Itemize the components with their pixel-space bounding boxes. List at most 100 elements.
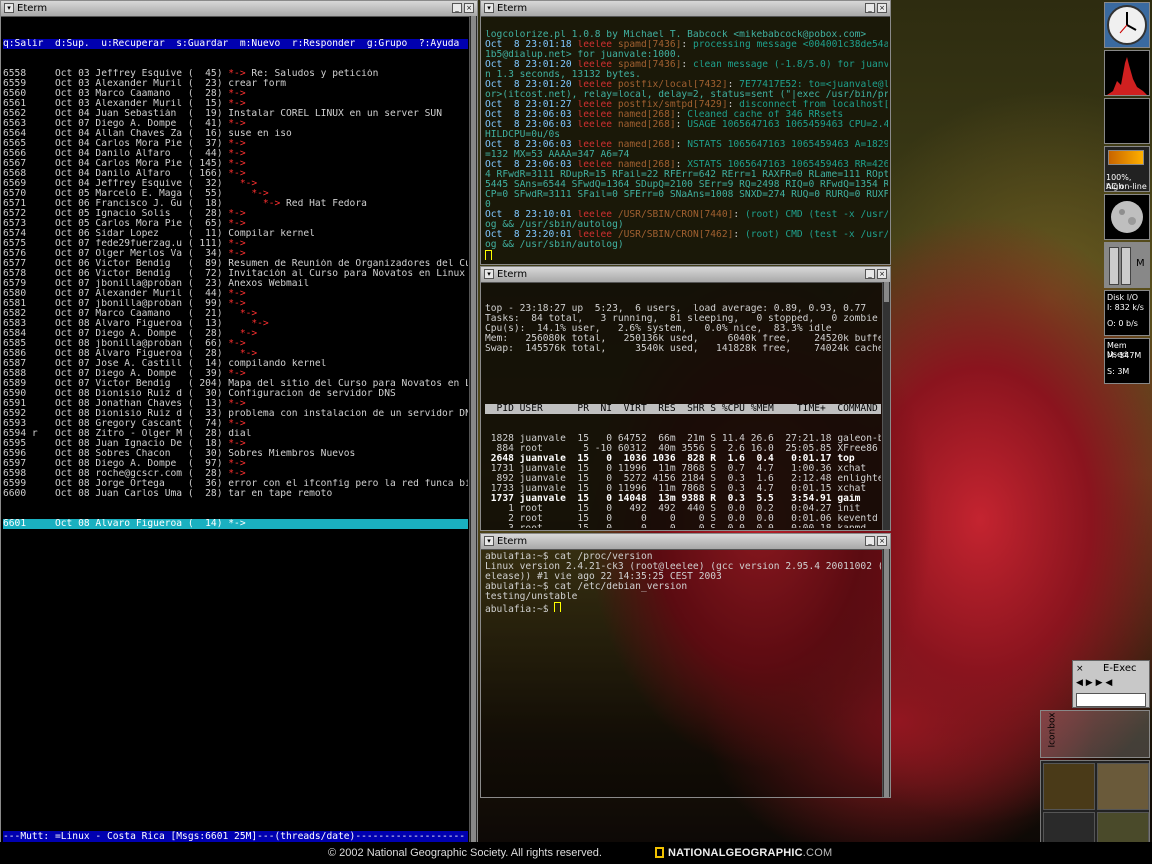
mutt-message-row[interactable]: 6567 Oct 04 Carlos Mora Pie ( 145) *-> bbox=[3, 159, 468, 169]
scrollbar-thumb[interactable] bbox=[884, 282, 889, 302]
log-message: processing message <004001c38de54a0fefc5… bbox=[692, 40, 888, 50]
log-program: postfix/smtpd[7429] bbox=[617, 100, 728, 110]
mutt-message-row[interactable]: 6593 Oct 08 Gregory Cascant ( 74) *-> bbox=[3, 419, 468, 429]
mutt-message-row[interactable]: 6575 Oct 07 fede29fuerzag.u ( 111) *-> bbox=[3, 239, 468, 249]
log-titlebar[interactable]: ▾ Eterm _ × bbox=[481, 1, 890, 17]
window-menu-icon[interactable]: ▾ bbox=[484, 269, 494, 279]
log-terminal-window[interactable]: ▾ Eterm _ × logcolorize.pl 1.0.8 by Mich… bbox=[480, 0, 891, 265]
top-titlebar[interactable]: ▾ Eterm _ × bbox=[481, 267, 890, 283]
mutt-message-row[interactable]: 6565 Oct 04 Carlos Mora Pie ( 37) *-> bbox=[3, 139, 468, 149]
mutt-selected-message[interactable]: 6601 Oct 08 Alvaro Figueroa ( 14) *-> bbox=[3, 519, 468, 529]
minimize-icon[interactable]: _ bbox=[865, 269, 875, 279]
log-host: leelee bbox=[577, 40, 613, 50]
volume-slider-right[interactable] bbox=[1121, 247, 1131, 285]
mutt-message-row[interactable]: 6584 Oct 07 Diego A. Dompe ( 28) *-> bbox=[3, 329, 468, 339]
mutt-terminal-window[interactable]: ▾ Eterm _ × q:Salir d:Sup. u:Recuperar s… bbox=[0, 0, 478, 853]
log-line: Oct 8 23:01:18 leelee spamd[7436]: proce… bbox=[485, 40, 888, 50]
mutt-message-row[interactable]: 6595 Oct 08 Juan Ignacio De ( 18) *-> bbox=[3, 439, 468, 449]
mutt-message-row[interactable]: 6594 r Oct 08 Zitro - Olger M ( 28) dial bbox=[3, 429, 468, 439]
scrollbar-thumb[interactable] bbox=[471, 16, 476, 844]
mutt-message-row[interactable]: 6564 Oct 04 Allan Chaves Za ( 16) suse e… bbox=[3, 129, 468, 139]
log-message: (root) CMD (test -x /usr/sbin/autol bbox=[744, 230, 888, 240]
mutt-message-row[interactable]: 6572 Oct 05 Ignacio Solis ( 28) *-> bbox=[3, 209, 468, 219]
minimize-icon[interactable]: _ bbox=[452, 3, 462, 13]
log-date: Oct 8 23:20:01 bbox=[485, 230, 572, 240]
close-icon[interactable]: × bbox=[464, 3, 474, 13]
window-menu-icon[interactable]: ▾ bbox=[484, 3, 494, 13]
mutt-message-row[interactable]: 6579 Oct 07 jbonilla@proban ( 23) Anexos… bbox=[3, 279, 468, 289]
scrollbar[interactable] bbox=[882, 282, 890, 530]
mutt-message-row[interactable]: 6589 Oct 07 Victor Bendig ( 204) Mapa de… bbox=[3, 379, 468, 389]
mutt-message-row[interactable]: 6562 Oct 04 Juan Sebastián ( 19) Instala… bbox=[3, 109, 468, 119]
mutt-message-row[interactable]: 6591 Oct 08 Jonathan Chaves ( 13) *-> bbox=[3, 399, 468, 409]
mutt-message-row[interactable]: 6581 Oct 07 jbonilla@proban ( 99) *-> bbox=[3, 299, 468, 309]
mutt-message-row[interactable]: 6597 Oct 08 Diego A. Dompe ( 97) *-> bbox=[3, 459, 468, 469]
mutt-message-row[interactable]: 6570 Oct 05 Marcelo E. Maga ( 55) *-> bbox=[3, 189, 468, 199]
mutt-message-row[interactable]: 6561 Oct 03 Alexander Muril ( 15) *-> bbox=[3, 99, 468, 109]
process-row: 1828 juanvale 15 0 64752 66m 21m S 11.4 … bbox=[485, 434, 881, 444]
shell-titlebar[interactable]: ▾ Eterm _ × bbox=[481, 534, 890, 550]
mutt-message-row[interactable]: 6558 Oct 03 Jeffrey Esquive ( 45) *-> Re… bbox=[3, 69, 468, 79]
e-exec-label: E-Exec bbox=[1103, 663, 1137, 674]
window-menu-icon[interactable]: ▾ bbox=[484, 536, 494, 546]
mutt-message-row[interactable]: 6596 Oct 08 Sobres Chacon ( 30) Sobres M… bbox=[3, 449, 468, 459]
mutt-message-row[interactable]: 6574 Oct 06 Sidar Lopez ( 11) Compilar k… bbox=[3, 229, 468, 239]
thread-arrow: *-> bbox=[251, 189, 269, 199]
mixer-dockapp[interactable]: M bbox=[1104, 242, 1150, 288]
pager-desktop-1[interactable] bbox=[1043, 763, 1095, 810]
shell-content[interactable]: abulafia:~$ cat /proc/version Linux versi… bbox=[485, 552, 881, 795]
mutt-message-row[interactable]: 6559 Oct 03 Alexander Muril ( 23) crear … bbox=[3, 79, 468, 89]
mutt-message-row[interactable]: 6571 Oct 06 Francisco J. Gu ( 18) *-> Re… bbox=[3, 199, 468, 209]
log-line: logcolorize.pl 1.0.8 by Michael T. Babco… bbox=[485, 30, 888, 40]
log-message: XSTATS 1065647163 1065459463 RR=4266 RNX… bbox=[687, 160, 888, 170]
mutt-titlebar[interactable]: ▾ Eterm _ × bbox=[1, 1, 477, 17]
mutt-message-row[interactable]: 6578 Oct 06 Victor Bendig ( 72) Invitaci… bbox=[3, 269, 468, 279]
mutt-message-row[interactable]: 6576 Oct 07 Olger Merlos Va ( 34) *-> bbox=[3, 249, 468, 259]
iconbox-label: Iconbox bbox=[1047, 712, 1058, 748]
window-menu-icon[interactable]: ▾ bbox=[4, 3, 14, 13]
pager-desktop-2[interactable] bbox=[1097, 763, 1149, 810]
minimize-icon[interactable]: _ bbox=[865, 536, 875, 546]
mutt-message-row[interactable]: 6568 Oct 04 Danilo Alfaro ( 166) *-> bbox=[3, 169, 468, 179]
minimize-icon[interactable]: _ bbox=[865, 3, 875, 13]
mutt-message-row[interactable]: 6577 Oct 06 Victor Bendig ( 89) Resumen … bbox=[3, 259, 468, 269]
national-geographic-logo: NATIONALGEOGRAPHIC.COM bbox=[655, 842, 832, 864]
mutt-message-row[interactable]: 6587 Oct 07 Jose A. Castill ( 14) compil… bbox=[3, 359, 468, 369]
log-program: named[268] bbox=[617, 140, 676, 150]
mutt-message-row[interactable]: 6580 Oct 07 Alexander Muril ( 44) *-> bbox=[3, 289, 468, 299]
close-icon[interactable]: × bbox=[877, 269, 887, 279]
mutt-message-row[interactable]: 6598 Oct 08 roche@gcscr.com ( 28) *-> bbox=[3, 469, 468, 479]
mutt-message-row[interactable]: 6582 Oct 07 Marco Caamano ( 21) *-> bbox=[3, 309, 468, 319]
volume-slider-left[interactable] bbox=[1109, 247, 1119, 285]
mutt-message-row[interactable]: 6573 Oct 05 Carlos Mora Pie ( 65) *-> bbox=[3, 219, 468, 229]
mutt-message-row[interactable]: 6560 Oct 03 Marco Caamano ( 28) *-> bbox=[3, 89, 468, 99]
mutt-message-row[interactable]: 6588 Oct 07 Diego A. Dompe ( 39) *-> bbox=[3, 369, 468, 379]
e-exec-close-icon[interactable]: × bbox=[1076, 664, 1084, 674]
shell-terminal-window[interactable]: ▾ Eterm _ × abulafia:~$ cat /proc/versio… bbox=[480, 533, 891, 798]
log-program: spamd[7436] bbox=[617, 40, 682, 50]
top-terminal-window[interactable]: ▾ Eterm _ × top - 23:18:27 up 5:23, 6 us… bbox=[480, 266, 891, 531]
mutt-message-row[interactable]: 6592 Oct 08 Dionisio Ruiz d ( 33) proble… bbox=[3, 409, 468, 419]
e-exec-input[interactable] bbox=[1076, 693, 1146, 707]
iconbox[interactable]: Iconbox bbox=[1040, 710, 1150, 758]
mutt-message-row[interactable]: 6566 Oct 04 Danilo Alfaro ( 44) *-> bbox=[3, 149, 468, 159]
window-title: Eterm bbox=[497, 269, 528, 280]
scrollbar[interactable] bbox=[469, 16, 477, 844]
mutt-message-row[interactable]: 6569 Oct 04 Jeffrey Esquive ( 32) *-> bbox=[3, 179, 468, 189]
log-date: Oct 8 23:06:03 bbox=[485, 110, 572, 120]
log-host: leelee bbox=[577, 110, 613, 120]
mutt-message-row[interactable]: 6585 Oct 08 jbonilla@proban ( 66) *-> bbox=[3, 339, 468, 349]
e-exec-applet[interactable]: × E-Exec ◀ ▶ ▶ ◀ bbox=[1072, 660, 1150, 708]
mutt-message-row[interactable]: 6590 Oct 08 Dionisio Ruiz d ( 30) Config… bbox=[3, 389, 468, 399]
scrollbar-thumb[interactable] bbox=[884, 549, 889, 797]
close-icon[interactable]: × bbox=[877, 3, 887, 13]
log-message: 7E77417E52: to=<juanvale@localhost.c bbox=[739, 80, 888, 90]
mutt-message-row[interactable]: 6600 Oct 08 Juan Carlos Uma ( 28) tar en… bbox=[3, 489, 468, 499]
scrollbar[interactable] bbox=[882, 549, 890, 797]
mutt-message-row[interactable]: 6599 Oct 08 Jorge Ortega ( 36) error con… bbox=[3, 479, 468, 489]
e-exec-nav-icons[interactable]: ◀ ▶ ▶ ◀ bbox=[1076, 678, 1112, 688]
mutt-message-row[interactable]: 6586 Oct 08 Alvaro Figueroa ( 28) *-> bbox=[3, 349, 468, 359]
mutt-message-row[interactable]: 6583 Oct 08 Alvaro Figueroa ( 13) *-> bbox=[3, 319, 468, 329]
mutt-message-row[interactable]: 6563 Oct 07 Diego A. Dompe ( 41) *-> bbox=[3, 119, 468, 129]
close-icon[interactable]: × bbox=[877, 536, 887, 546]
